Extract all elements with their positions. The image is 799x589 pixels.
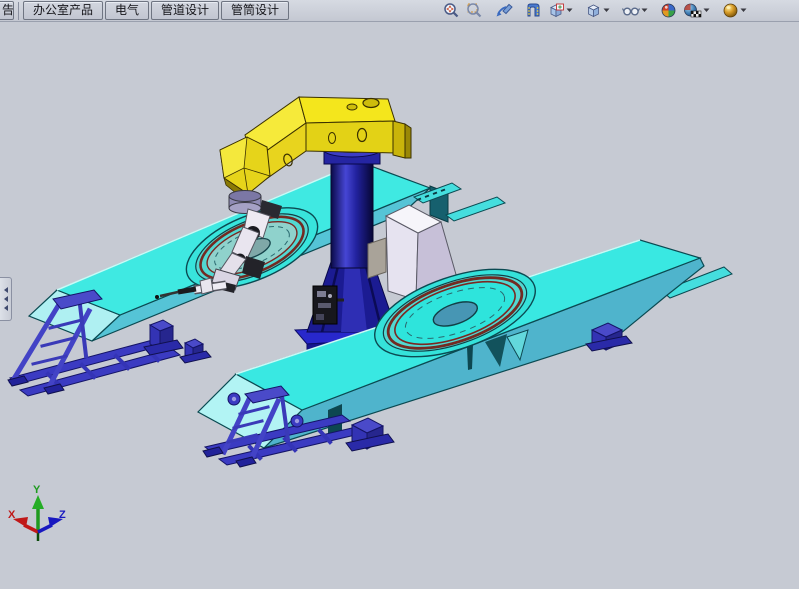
appearance-sphere-icon — [660, 2, 677, 19]
dropdown-caret-icon[interactable] — [566, 8, 573, 13]
left-arrow-icon — [4, 305, 8, 311]
command-manager-toolbar: 告 办公室产品 电气 管道设计 管筒设计 — [0, 0, 799, 22]
display-style-button[interactable] — [583, 1, 612, 20]
torch-tip — [155, 295, 159, 299]
heads-up-view-toolbar — [440, 1, 750, 20]
zoom-to-fit-icon — [443, 2, 460, 19]
view-settings-icon — [722, 2, 739, 19]
section-view-icon — [525, 2, 541, 19]
dropdown-caret-icon[interactable] — [703, 8, 710, 13]
column-shaft — [331, 158, 373, 268]
zoom-to-area-icon — [466, 2, 483, 19]
apply-scene-icon — [683, 2, 702, 19]
gray-block — [368, 238, 386, 278]
section-view-button[interactable] — [523, 1, 543, 20]
triad-x-label: X — [8, 509, 16, 521]
tab-partial[interactable]: 告 — [0, 1, 14, 20]
zoom-to-fit-button[interactable] — [441, 1, 462, 20]
boom-top-face — [299, 97, 395, 123]
dropdown-caret-icon[interactable] — [641, 8, 648, 13]
previous-view-button[interactable] — [493, 1, 515, 20]
left-arrow-icon — [4, 296, 8, 302]
tab-piping-design[interactable]: 管道设计 — [151, 1, 219, 20]
triad-y-label: Y — [33, 484, 41, 496]
edit-appearance-button[interactable] — [658, 1, 679, 20]
tab-tubing-design[interactable]: 管筒设计 — [221, 1, 289, 20]
solidworks-window: { "window": {"width": 799, "height": 589… — [0, 0, 799, 589]
view-settings-button[interactable] — [720, 1, 749, 20]
collapsed-panel-button[interactable] — [0, 277, 12, 321]
display-style-icon — [585, 2, 602, 19]
dropdown-caret-icon[interactable] — [740, 8, 747, 13]
triad-z-label: Z — [59, 509, 66, 521]
view-orientation-button[interactable] — [545, 1, 575, 20]
left-arrow-icon — [4, 287, 8, 293]
apply-scene-button[interactable] — [681, 1, 712, 20]
dropdown-caret-icon[interactable] — [603, 8, 610, 13]
boom-front-face — [306, 121, 395, 153]
tab-office-products[interactable]: 办公室产品 — [23, 1, 103, 20]
view-orientation-icon — [547, 2, 565, 19]
eyeglasses-icon — [622, 2, 640, 19]
hide-show-items-button[interactable] — [620, 1, 650, 20]
previous-view-icon — [495, 2, 513, 19]
graphics-viewport[interactable]: X Y Z — [0, 0, 799, 589]
tab-electrical[interactable]: 电气 — [105, 1, 149, 20]
tab-separator — [18, 2, 19, 20]
zoom-to-area-button[interactable] — [464, 1, 485, 20]
notch-post — [467, 345, 473, 370]
